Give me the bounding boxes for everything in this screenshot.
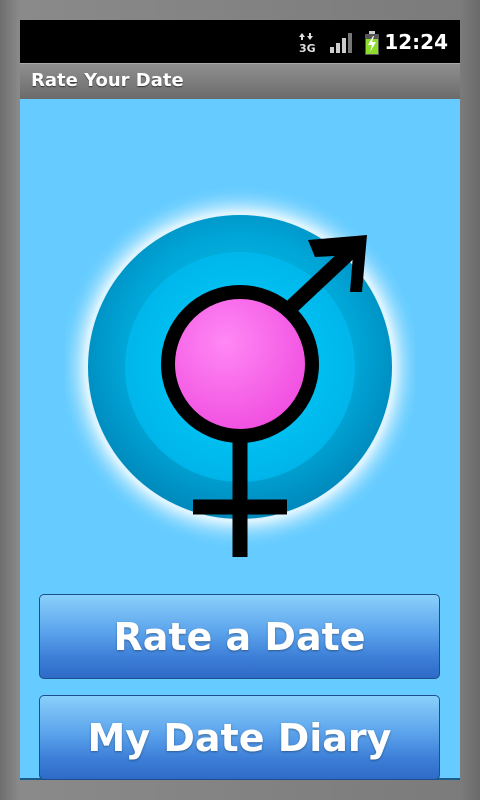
app-title: Rate Your Date [31, 70, 184, 91]
app-title-bar: Rate Your Date [20, 63, 460, 99]
network-label: 3G [299, 42, 315, 53]
signal-icon [330, 33, 352, 53]
battery-charging-icon [365, 31, 379, 55]
main-content: Rate a Date My Date Diary [20, 99, 460, 780]
device-frame: 3G 12:24 Rate Your Date Rate a Date My D… [0, 0, 480, 800]
rate-a-date-button[interactable]: Rate a Date [39, 594, 440, 679]
status-clock: 12:24 [384, 30, 448, 54]
my-date-diary-button[interactable]: My Date Diary [39, 695, 440, 780]
data-arrows-icon: 3G [299, 33, 315, 53]
phone-screen: 3G 12:24 Rate Your Date Rate a Date My D… [20, 20, 460, 780]
status-bar: 3G 12:24 [20, 20, 460, 63]
gender-symbol-icon [65, 185, 415, 557]
